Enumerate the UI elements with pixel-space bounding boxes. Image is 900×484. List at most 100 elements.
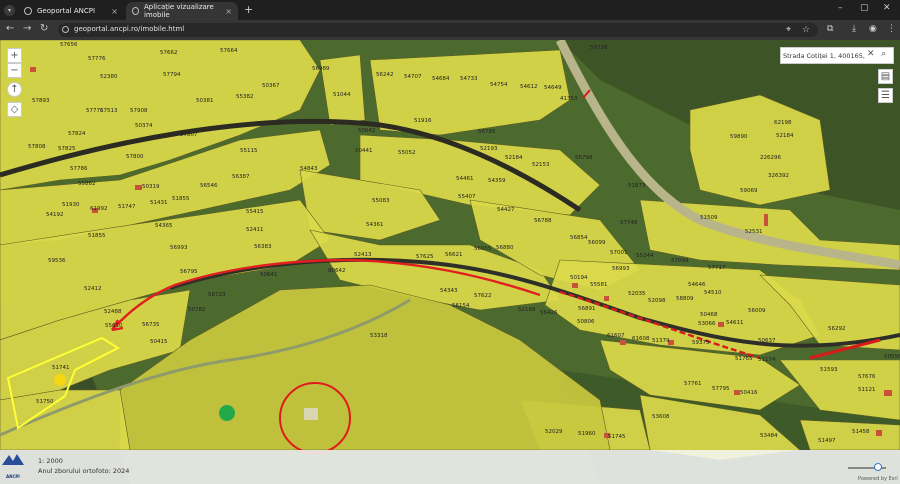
parcel-label: 51497 — [818, 438, 836, 444]
zoom-in-button[interactable]: + — [7, 48, 22, 63]
building — [135, 185, 142, 190]
parcel-label: 50806 — [577, 319, 595, 325]
close-tab-icon[interactable]: × — [225, 7, 232, 16]
parcel-label: 51855 — [172, 196, 190, 202]
download-icon[interactable]: ⤓ — [852, 24, 856, 34]
address-search-input[interactable] — [783, 50, 865, 61]
parcel-label: 58723 — [208, 292, 226, 298]
parcels-layer — [0, 40, 900, 461]
parcel-label: 52411 — [246, 227, 264, 233]
parcel-label: 57807 — [180, 132, 198, 138]
yellow-location-marker[interactable] — [54, 374, 66, 386]
url-text[interactable]: geoportal.ancpi.ro/imobile.html — [74, 25, 184, 33]
parcel-label: 54646 — [688, 282, 706, 288]
parcel-label: 50416 — [740, 390, 758, 396]
parcel-label: 54365 — [155, 223, 173, 229]
parcel-label: 56387 — [232, 174, 250, 180]
search-icon[interactable]: ⌕ — [881, 49, 886, 59]
profile-icon[interactable]: ◉ — [869, 24, 877, 34]
parcel-label: 52153 — [532, 162, 550, 168]
parcel-label: 55115 — [240, 148, 258, 154]
extensions-icon[interactable]: ⧉ — [827, 24, 833, 34]
clear-icon[interactable]: ✕ — [867, 49, 875, 59]
parcel-label: 52029 — [545, 429, 563, 435]
parcel-label: 41353 — [560, 96, 578, 102]
close-tab-icon[interactable]: × — [111, 7, 118, 16]
minimize-button[interactable]: – — [838, 3, 843, 13]
parcel-label: 62198 — [774, 120, 792, 126]
layer-list-icon[interactable]: ☰ — [878, 88, 893, 103]
tab-title: Geoportal ANCPI — [37, 7, 96, 15]
back-button[interactable]: ← — [6, 23, 14, 34]
compass-icon[interactable]: ↑ — [7, 82, 22, 97]
zoom-out-button[interactable]: − — [7, 63, 22, 78]
parcel-label: 51741 — [52, 365, 70, 371]
reload-button[interactable]: ↻ — [40, 23, 48, 34]
location-icon[interactable]: ⌖ — [786, 25, 791, 35]
parcel-label: 54192 — [46, 212, 64, 218]
parcel-label: 56993 — [612, 266, 630, 272]
parcel-label: 57786 — [70, 166, 88, 172]
parcel-label: 51509 — [700, 215, 718, 221]
parcel-label: 54754 — [490, 82, 508, 88]
parcel-label: 55407 — [458, 194, 476, 200]
parcel-label: 50641 — [260, 272, 278, 278]
globe-icon — [132, 7, 139, 15]
parcel-label: 51750 — [36, 399, 54, 405]
parcel-label: 56735 — [142, 322, 160, 328]
parcel-label: 55882 — [78, 181, 96, 187]
map-view[interactable]: 57656 57662 57664 57776 50367 56989 52380 57794… — [0, 40, 900, 484]
forward-button[interactable]: → — [23, 23, 31, 34]
green-location-marker[interactable] — [219, 405, 235, 421]
parcel-label: 52488 — [104, 309, 122, 315]
parcel-label: 57908 — [130, 108, 148, 114]
building — [718, 322, 724, 327]
address-bar[interactable]: geoportal.ancpi.ro/imobile.html ⌖ ☆ — [58, 23, 818, 37]
basemap-gallery-icon[interactable]: ▤ — [878, 69, 893, 84]
parcel-label: 52413 — [354, 252, 372, 258]
close-window-button[interactable]: ✕ — [883, 3, 891, 13]
parcel-label: 57664 — [220, 48, 238, 54]
parcel-label: 50194 — [570, 275, 588, 281]
parcel-label: 57761 — [684, 381, 702, 387]
parcel-label: 57656 — [60, 42, 78, 48]
building — [604, 296, 609, 301]
parcel-label: 54427 — [497, 207, 515, 213]
map-search-box[interactable]: ✕ ⌕ — [780, 47, 894, 64]
parcel-label: 51747 — [118, 204, 136, 210]
parcel-label: 51765 — [735, 356, 753, 362]
tab-search-menu[interactable]: ▾ — [4, 5, 15, 16]
tab-title: Aplicație vizualizare imobile — [143, 3, 214, 19]
parcel-label: 51916 — [414, 118, 432, 124]
transparency-slider-handle[interactable] — [874, 463, 883, 471]
parcel-label: 54733 — [460, 76, 478, 82]
bookmark-star-icon[interactable]: ☆ — [802, 25, 810, 35]
parcel-label: 51431 — [150, 200, 168, 206]
parcel-label: 53484 — [760, 433, 778, 439]
maximize-button[interactable]: ▢ — [860, 3, 869, 13]
parcel-label: 50782 — [188, 307, 206, 313]
parcel-label: 59069 — [740, 188, 758, 194]
new-tab-button[interactable]: + — [244, 3, 253, 16]
parcel-label: 56880 — [496, 245, 514, 251]
parcel-label: 57776 — [88, 56, 106, 62]
tab-aplicatie[interactable]: Aplicație vizualizare imobile × — [126, 2, 238, 20]
menu-dots-icon[interactable]: ⋮ — [887, 24, 896, 34]
parcel-label: 56292 — [828, 326, 846, 332]
map-canvas[interactable]: 57656 57662 57664 57776 50367 56989 52380 57794… — [0, 40, 900, 484]
parcel-label: 58809 — [676, 296, 694, 302]
parcel-label: 56993 — [170, 245, 188, 251]
parcel-label: 51458 — [852, 429, 870, 435]
parcel-label: 54611 — [726, 320, 744, 326]
parcel-label: 56785 — [478, 129, 496, 135]
parcel-label: 51121 — [858, 387, 876, 393]
tab-geoportal[interactable]: Geoportal ANCPI × — [18, 2, 124, 20]
map-footer: ANCPI 1: 2000 Anul zborului ortofoto: 20… — [0, 450, 900, 484]
home-extent-icon[interactable]: ◇ — [7, 102, 22, 117]
parcel — [0, 389, 131, 451]
parcel-label: 53066 — [698, 321, 716, 327]
site-info-icon[interactable] — [62, 26, 69, 33]
building — [884, 390, 892, 396]
parcel-label: 54361 — [366, 222, 384, 228]
parcel-label: 326392 — [768, 173, 789, 179]
